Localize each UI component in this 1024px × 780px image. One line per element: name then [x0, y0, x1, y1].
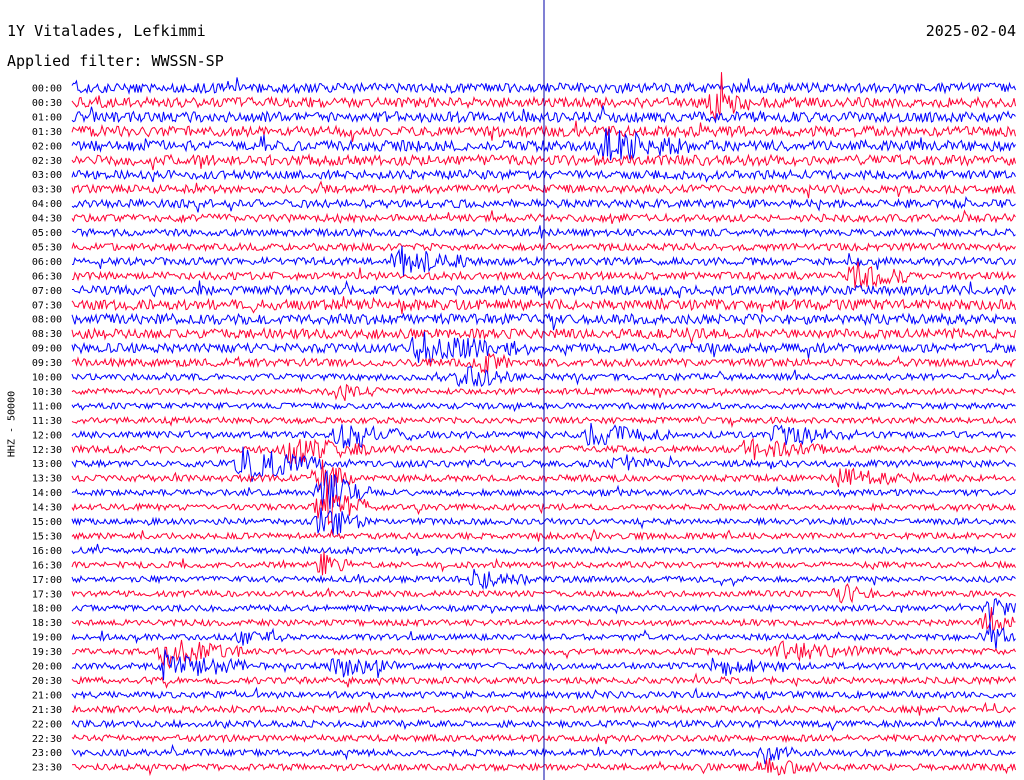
row-time-label: 13:00	[32, 459, 62, 470]
row-time-label: 04:30	[32, 214, 62, 225]
row-time-label: 19:00	[32, 633, 62, 644]
row-time-label: 08:30	[32, 329, 62, 340]
row-time-label: 07:00	[32, 286, 62, 297]
row-time-label: 01:30	[32, 127, 62, 138]
row-time-label: 17:00	[32, 575, 62, 586]
row-time-label: 02:00	[32, 141, 62, 152]
row-time-label: 20:00	[32, 662, 62, 673]
row-time-label: 10:30	[32, 387, 62, 398]
row-time-label: 11:30	[32, 416, 62, 427]
row-time-label: 01:00	[32, 112, 62, 123]
row-time-label: 23:30	[32, 763, 62, 774]
row-time-label: 12:00	[32, 430, 62, 441]
row-time-label: 08:00	[32, 315, 62, 326]
row-time-label: 07:30	[32, 300, 62, 311]
row-time-label: 09:00	[32, 344, 62, 355]
row-time-label: 06:00	[32, 257, 62, 268]
row-time-label: 18:30	[32, 618, 62, 629]
helicorder-plot: 00:00 00:30 01:00 01:30 02:00 02:30 03:00 03:30…	[32, 0, 1016, 780]
row-time-label: 21:00	[32, 690, 62, 701]
row-time-label: 11:00	[32, 401, 62, 412]
row-time-label: 20:30	[32, 676, 62, 687]
row-time-label: 02:30	[32, 156, 62, 167]
row-time-label: 03:00	[32, 170, 62, 181]
row-label-layer: 00:00 00:30 01:00 01:30 02:00 02:30 03:00 03:30…	[32, 84, 62, 774]
row-time-label: 15:30	[32, 531, 62, 542]
row-time-label: 09:30	[32, 358, 62, 369]
row-time-label: 23:00	[32, 748, 62, 759]
row-time-label: 06:30	[32, 271, 62, 282]
row-time-label: 22:30	[32, 734, 62, 745]
row-time-label: 12:30	[32, 445, 62, 456]
row-time-label: 05:00	[32, 228, 62, 239]
row-time-label: 14:30	[32, 503, 62, 514]
row-time-label: 03:30	[32, 185, 62, 196]
row-time-label: 18:00	[32, 604, 62, 615]
row-time-label: 05:30	[32, 242, 62, 253]
row-time-label: 21:30	[32, 705, 62, 716]
row-time-label: 10:00	[32, 373, 62, 384]
row-time-label: 22:00	[32, 719, 62, 730]
row-time-label: 14:00	[32, 488, 62, 499]
row-time-label: 04:00	[32, 199, 62, 210]
row-time-label: 19:30	[32, 647, 62, 658]
row-time-label: 17:30	[32, 589, 62, 600]
row-time-label: 16:30	[32, 560, 62, 571]
row-time-label: 00:00	[32, 84, 62, 95]
row-time-label: 15:00	[32, 517, 62, 528]
row-time-label: 00:30	[32, 98, 62, 109]
row-time-label: 13:30	[32, 474, 62, 485]
row-time-label: 16:00	[32, 546, 62, 557]
